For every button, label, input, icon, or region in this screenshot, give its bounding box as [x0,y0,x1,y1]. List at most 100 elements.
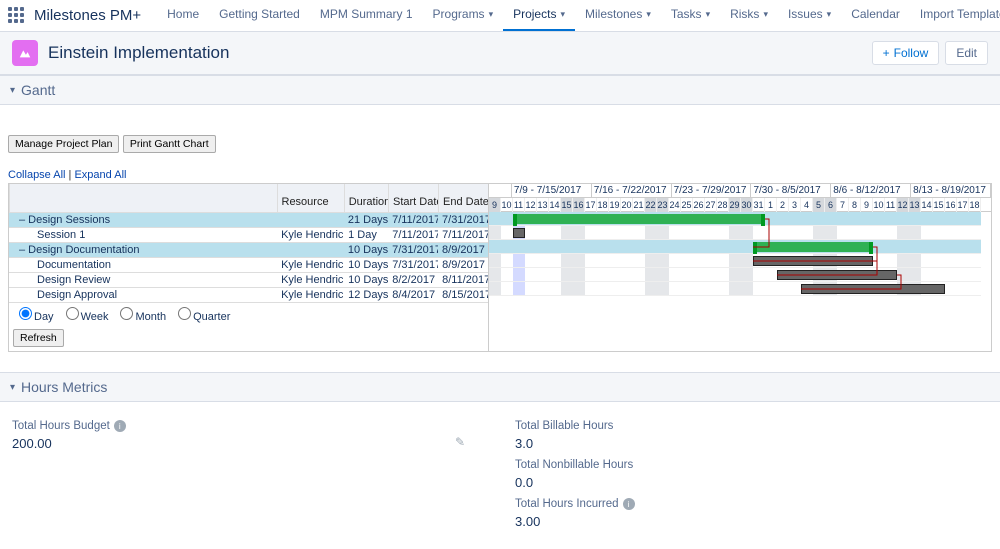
section-hours-title: Hours Metrics [21,379,107,395]
nav-risks[interactable]: Risks▾ [720,0,778,32]
grid-row[interactable]: Design ApprovalKyle Hendricks12 Days8/4/… [9,288,488,303]
day-header: 13 [537,198,549,212]
gantt-bar[interactable] [753,256,873,266]
grid-row[interactable]: Session 1Kyle Hendricks1 Day7/11/20177/1… [9,228,488,243]
week-header: 7/9 - 7/15/2017 [512,184,592,198]
day-header: 2 [777,198,789,212]
day-header: 26 [693,198,705,212]
budget-label: Total Hours Budget i [12,420,485,432]
section-hours-toggle[interactable]: ▾ Hours Metrics [0,372,1000,402]
record-header: Einstein Implementation +Follow Edit [0,32,1000,75]
nav-mpm-summary-1[interactable]: MPM Summary 1 [310,0,423,32]
day-header: 6 [825,198,837,212]
day-header: 12 [897,198,909,212]
chevron-down-icon: ▾ [560,9,565,20]
day-header: 9 [861,198,873,212]
zoom-quarter[interactable]: Quarter [172,307,230,323]
incurred-label: Total Hours Incurred i [515,498,988,510]
nav-projects[interactable]: Projects▾ [503,0,575,32]
billable-value: 3.0 [515,436,988,451]
chevron-down-icon: ▾ [10,382,15,393]
day-header: 1 [765,198,777,212]
section-gantt-toggle[interactable]: ▾ Gantt [0,75,1000,105]
nav-programs[interactable]: Programs▾ [423,0,504,32]
zoom-day[interactable]: Day [13,307,54,323]
zoom-week[interactable]: Week [60,307,109,323]
nav-calendar[interactable]: Calendar [841,0,910,32]
day-header: 19 [609,198,621,212]
chevron-down-icon: ▾ [646,9,651,20]
day-header: 10 [501,198,513,212]
nav-import-template[interactable]: Import Template [910,0,1000,32]
day-header: 12 [525,198,537,212]
day-header: 10 [873,198,885,212]
nav-milestones[interactable]: Milestones▾ [575,0,661,32]
day-header: 18 [969,198,981,212]
pencil-icon[interactable]: ✎ [455,435,465,449]
day-header: 17 [957,198,969,212]
col-duration-header: Duration [344,184,388,212]
week-header: 8/6 - 8/12/2017 [831,184,911,198]
manage-project-plan-button[interactable]: Manage Project Plan [8,135,119,153]
edit-button[interactable]: Edit [945,41,988,65]
day-header: 17 [585,198,597,212]
chevron-down-icon: ▾ [489,9,494,20]
chevron-down-icon: ▾ [827,9,832,20]
day-header: 13 [909,198,921,212]
day-header: 18 [597,198,609,212]
refresh-button[interactable]: Refresh [13,329,64,347]
gantt-bar[interactable] [513,214,765,224]
expand-all-link[interactable]: Expand All [74,169,126,181]
day-header: 5 [813,198,825,212]
gantt-bar[interactable] [753,242,873,252]
day-header: 3 [789,198,801,212]
col-start-header: Start Date [388,184,438,212]
chevron-down-icon: ▾ [763,9,768,20]
app-launcher-icon[interactable] [8,7,24,25]
chart-row [489,226,981,240]
gantt-bar[interactable] [513,228,525,238]
week-header: 7/16 - 7/22/2017 [592,184,672,198]
col-end-header: End Date [438,184,488,212]
gantt-bar[interactable] [801,284,945,294]
day-header: 4 [801,198,813,212]
grid-row[interactable]: Design ReviewKyle Hendricks10 Days8/2/20… [9,273,488,288]
day-header: 8 [849,198,861,212]
top-nav: Milestones PM+ HomeGetting StartedMPM Su… [0,0,1000,32]
grid-row[interactable]: – Design Sessions21 Days7/11/20177/31/20… [9,213,488,228]
chart-row [489,254,981,268]
budget-value: 200.00 [12,436,52,451]
week-header: 8/13 - 8/19/2017 [911,184,991,198]
nonbillable-label: Total Nonbillable Hours [515,459,988,471]
zoom-month[interactable]: Month [114,307,166,323]
chevron-down-icon: ▾ [10,85,15,96]
day-header: 24 [669,198,681,212]
collapse-all-link[interactable]: Collapse All [8,169,65,181]
col-resource-header: Resource [277,184,344,212]
billable-label: Total Billable Hours [515,420,988,432]
week-header: 7/30 - 8/5/2017 [751,184,831,198]
gantt-bar[interactable] [777,270,897,280]
day-header: 30 [741,198,753,212]
nav-issues[interactable]: Issues▾ [778,0,841,32]
day-header: 22 [645,198,657,212]
app-name: Milestones PM+ [34,7,141,24]
section-gantt-title: Gantt [21,82,55,98]
project-icon [12,40,38,66]
print-gantt-button[interactable]: Print Gantt Chart [123,135,216,153]
col-name-header [9,184,277,212]
day-header: 9 [489,198,501,212]
day-header: 25 [681,198,693,212]
nav-tasks[interactable]: Tasks▾ [661,0,720,32]
grid-row[interactable]: – Design Documentation10 Days7/31/20178/… [9,243,488,258]
nav-getting-started[interactable]: Getting Started [209,0,310,32]
incurred-value: 3.00 [515,514,988,529]
grid-row[interactable]: DocumentationKyle Hendricks10 Days7/31/2… [9,258,488,273]
nav-home[interactable]: Home [157,0,209,32]
follow-button[interactable]: +Follow [872,41,940,65]
grid-header-row: Resource Duration Start Date End Date [9,184,488,213]
info-icon: i [114,420,126,432]
gantt-chart[interactable]: 7/9 - 7/15/20177/16 - 7/22/20177/23 - 7/… [488,183,992,352]
day-header: 20 [621,198,633,212]
gantt-grid: Resource Duration Start Date End Date – … [8,183,488,352]
